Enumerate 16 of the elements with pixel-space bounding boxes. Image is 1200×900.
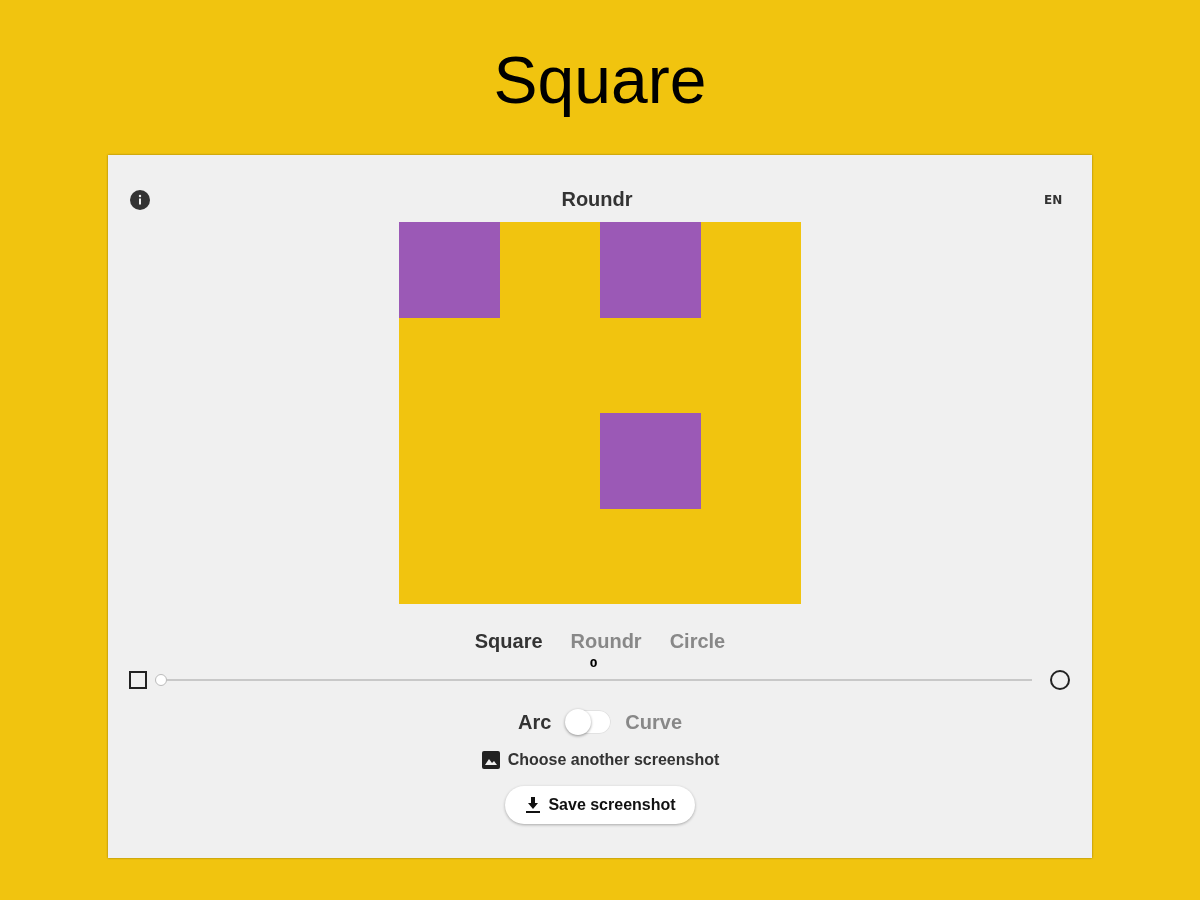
slide-heading: Square xyxy=(493,42,707,119)
mode-tab[interactable]: Square xyxy=(474,630,543,656)
download-icon xyxy=(524,796,543,814)
square-icon xyxy=(129,671,147,689)
language-button[interactable]: EN xyxy=(1044,192,1064,207)
app-title: Roundr xyxy=(561,188,633,211)
slider-value: 0 xyxy=(588,657,599,670)
image-icon xyxy=(480,750,501,770)
info-icon[interactable] xyxy=(130,189,150,210)
slider-thumb[interactable] xyxy=(155,674,167,686)
save-screenshot-button[interactable]: Save screenshot xyxy=(505,786,695,824)
toggle-label: Arc xyxy=(517,710,552,734)
toggle-switch[interactable] xyxy=(565,710,612,734)
circle-icon xyxy=(1050,670,1070,690)
toggle-label: Curve xyxy=(625,710,683,734)
choose-screenshot-link[interactable]: Choose another screenshot xyxy=(507,751,720,769)
